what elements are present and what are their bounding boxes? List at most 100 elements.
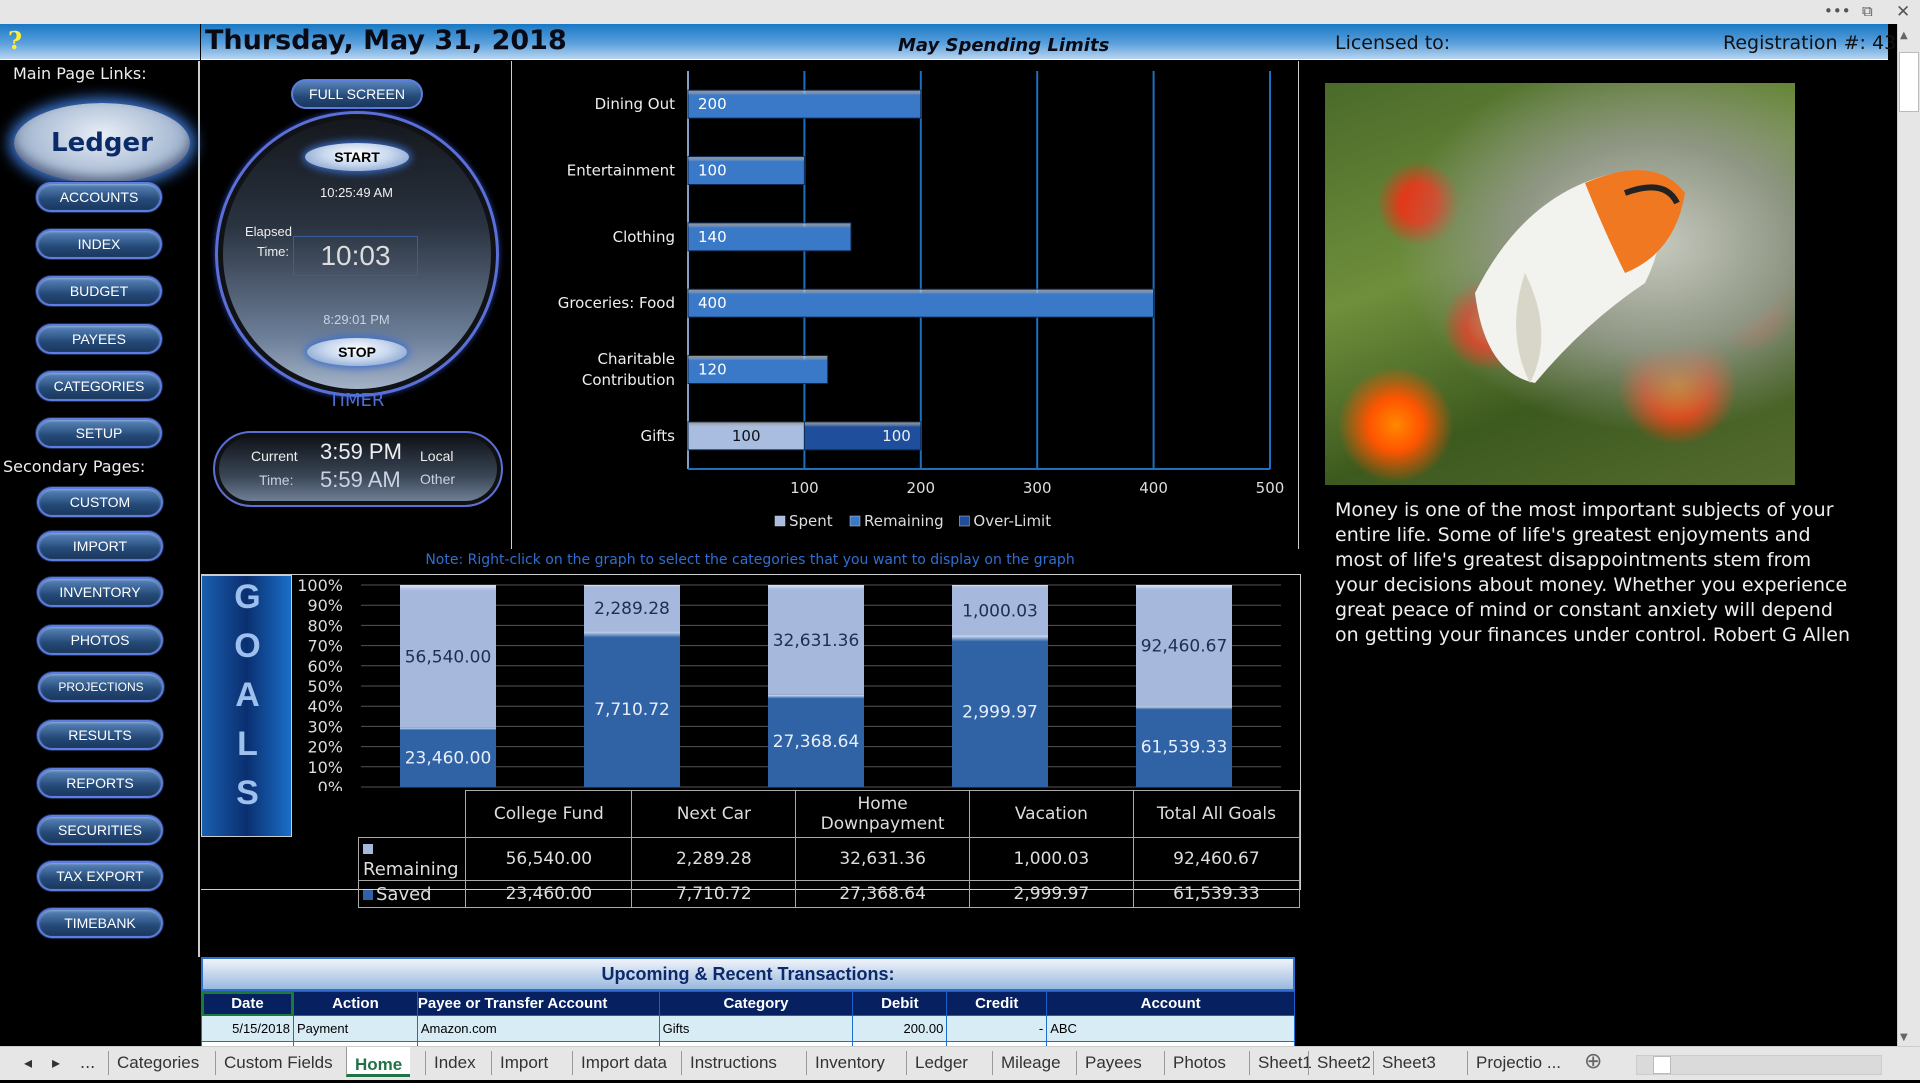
butterfly-icon <box>1475 170 1685 383</box>
column-header[interactable]: Action <box>292 991 418 1016</box>
spending-chart-svg[interactable]: 100 200 300 400 500 Dining Out 200 Entertainmen… <box>513 61 1299 549</box>
goals-chart-svg[interactable]: 100%90%80% 70%60%50%40%30% 20%10%0% 56,540.… <box>201 575 1301 791</box>
scroll-up-icon[interactable]: ▲ <box>1900 30 1908 41</box>
restore-icon[interactable]: ⧉ <box>1862 2 1873 20</box>
close-icon[interactable]: ✕ <box>1896 2 1910 22</box>
nav-import-button[interactable]: IMPORT <box>37 531 163 561</box>
transaction-cell[interactable]: 200.00 <box>852 1015 948 1042</box>
y-tick-label: 50% <box>307 677 343 696</box>
chart-note: Note: Right-click on the graph to select… <box>425 552 1075 568</box>
horizontal-scrollbar-thumb[interactable] <box>1653 1056 1671 1074</box>
y-tick-label: 90% <box>307 596 343 615</box>
nav-securities-button[interactable]: SECURITIES <box>37 815 163 845</box>
nav-setup-button[interactable]: SETUP <box>36 418 162 448</box>
horizontal-scrollbar[interactable] <box>1636 1055 1882 1075</box>
column-header[interactable]: Category <box>658 991 854 1016</box>
legend-label[interactable]: Remaining <box>864 512 944 530</box>
elapsed-time-display: 10:03 <box>293 236 418 276</box>
nav-custom-button[interactable]: CUSTOM <box>37 487 163 517</box>
y-tick-label: 0% <box>318 778 343 791</box>
transaction-cell[interactable]: ABC <box>1046 1015 1295 1042</box>
sheet-tab-home[interactable]: Home <box>346 1047 411 1077</box>
bar-data-label: 120 <box>698 361 727 379</box>
category-label: Groceries: Food <box>558 294 675 312</box>
transactions-header-row: Date Action Payee or Transfer Account Categ… <box>201 991 1295 1016</box>
nav-accounts-button[interactable]: ACCOUNTS <box>36 182 162 212</box>
x-tick-label: 400 <box>1139 479 1168 497</box>
sheet-tab-ledger[interactable]: Ledger <box>906 1051 976 1075</box>
goals-table: College Fund Next Car Home Downpayment Vaca… <box>357 790 1301 908</box>
nav-inventory-button[interactable]: INVENTORY <box>37 577 163 607</box>
transaction-cell[interactable]: 5/15/2018 <box>201 1015 294 1042</box>
transaction-cell[interactable]: - <box>946 1015 1048 1042</box>
add-sheet-icon[interactable]: ⊕ <box>1584 1049 1602 1074</box>
transaction-cell[interactable]: Amazon.com <box>416 1015 660 1042</box>
legend-label[interactable]: Over-Limit <box>973 512 1051 530</box>
nav-reports-button[interactable]: REPORTS <box>37 768 163 798</box>
sheet-tab-import[interactable]: Import <box>491 1051 556 1075</box>
spending-limits-chart[interactable]: 100 200 300 400 500 Dining Out 200 Entertainmen… <box>513 61 1299 549</box>
sheet-tab-projectio[interactable]: Projectio ... <box>1467 1051 1569 1075</box>
registration-number: Registration #: 432 <box>1723 32 1909 54</box>
goal-remaining-label: 92,460.67 <box>1141 637 1228 657</box>
bar-data-label: 100 <box>732 427 761 445</box>
ledger-button[interactable]: Ledger <box>14 103 190 183</box>
transaction-cell[interactable]: Gifts <box>658 1015 854 1042</box>
sheet-tab-sheet3[interactable]: Sheet3 <box>1373 1051 1444 1075</box>
legend-label[interactable]: Spent <box>789 512 833 530</box>
tab-more-button[interactable]: ... <box>80 1053 95 1072</box>
tab-scroll-right-icon[interactable]: ▸ <box>52 1053 60 1072</box>
local-time: 3:59 PM <box>320 439 402 464</box>
nav-tax-export-button[interactable]: TAX EXPORT <box>37 861 163 891</box>
sheet-tab-mileage[interactable]: Mileage <box>992 1051 1069 1075</box>
legend-swatch <box>774 515 786 527</box>
sheet-tab-index[interactable]: Index <box>425 1051 484 1075</box>
sheet-tab-payees[interactable]: Payees <box>1076 1051 1150 1075</box>
vertical-scrollbar[interactable]: ▲ ▼ <box>1897 24 1920 1046</box>
scrollbar-thumb[interactable] <box>1899 52 1919 112</box>
more-options-icon[interactable]: ••• <box>1824 2 1851 20</box>
full-screen-button[interactable]: FULL SCREEN <box>291 79 423 109</box>
sheet-tab-categories[interactable]: Categories <box>108 1051 207 1075</box>
goals-column-header: College Fund <box>465 790 633 838</box>
help-icon[interactable]: ? <box>8 26 22 55</box>
goal-saved-label: 2,999.97 <box>962 702 1038 722</box>
nav-budget-button[interactable]: BUDGET <box>36 276 162 306</box>
sheet-tab-instructions[interactable]: Instructions <box>681 1051 785 1075</box>
nav-payees-button[interactable]: PAYEES <box>36 324 162 354</box>
column-header[interactable]: Account <box>1046 991 1295 1016</box>
transaction-row[interactable]: 5/15/2018 Payment Amazon.com Gifts 200.00- AB… <box>201 1015 1295 1042</box>
goals-section: GOALS 100% 90% 80% 70% 60% 50% 40% 30% 20% 10% 0% 5… <box>201 574 1301 908</box>
sheet-tab-sheet2[interactable]: Sheet2 <box>1308 1051 1379 1075</box>
category-label: Contribution <box>582 371 675 389</box>
start-button[interactable]: START <box>305 143 409 171</box>
nav-results-button[interactable]: RESULTS <box>37 720 163 750</box>
bar-data-label: 140 <box>698 228 727 246</box>
x-tick-label: 300 <box>1023 479 1052 497</box>
nav-projections-button[interactable]: PROJECTIONS <box>38 672 164 702</box>
tab-scroll-left-icon[interactable]: ◂ <box>24 1053 32 1072</box>
column-header[interactable]: Payee or Transfer Account <box>416 991 660 1016</box>
legend-swatch <box>959 515 970 527</box>
elapsed-label: Elapsed <box>245 224 292 239</box>
sheet-tab-bar: ◂ ▸... Categories Custom Fields Home Index Imp… <box>0 1046 1920 1080</box>
nav-index-button[interactable]: INDEX <box>36 229 162 259</box>
goals-column-header: Vacation <box>968 790 1134 838</box>
goals-cell: 27,368.64 <box>795 880 970 908</box>
sheet-tab-inventory[interactable]: Inventory <box>806 1051 893 1075</box>
sheet-tab-photos[interactable]: Photos <box>1164 1051 1234 1075</box>
nav-timebank-button[interactable]: TIMEBANK <box>37 908 163 938</box>
transactions-table: Date Action Payee or Transfer Account Categ… <box>201 991 1295 1052</box>
scroll-down-icon[interactable]: ▼ <box>1900 1032 1908 1043</box>
nav-categories-button[interactable]: CATEGORIES <box>36 371 162 401</box>
transaction-cell[interactable]: Payment <box>292 1015 418 1042</box>
column-header[interactable]: Date <box>201 991 294 1016</box>
column-header[interactable]: Debit <box>852 991 948 1016</box>
x-tick-label: 100 <box>790 479 819 497</box>
stop-button[interactable]: STOP <box>307 338 407 366</box>
bar-remaining[interactable] <box>687 288 1155 318</box>
sheet-tab-custom-fields[interactable]: Custom Fields <box>215 1051 341 1075</box>
column-header[interactable]: Credit <box>946 991 1048 1016</box>
sheet-tab-import-data[interactable]: Import data <box>572 1051 675 1075</box>
nav-photos-button[interactable]: PHOTOS <box>37 625 163 655</box>
